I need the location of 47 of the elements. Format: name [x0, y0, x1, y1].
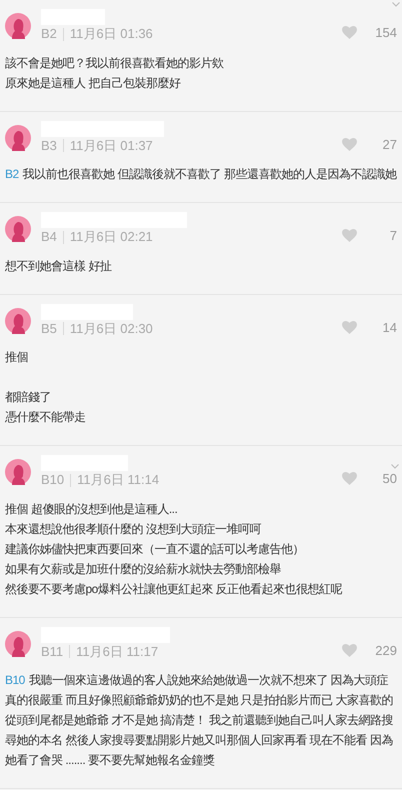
avatar-icon[interactable] — [5, 459, 31, 485]
post-time: 11月6日 11:17 — [76, 644, 158, 660]
post-time: 11月6日 02:30 — [70, 320, 153, 336]
comment-text: 本來還想說他很孝順什麼的 沒想到大頭症一堆呵呵 — [5, 520, 262, 538]
post-time: 11月6日 01:36 — [70, 26, 153, 42]
comment-text: 推個 超傻眼的沒想到他是這種人... — [5, 500, 178, 518]
comment-text: 憑什麼不能帶走 — [5, 409, 86, 426]
comment-text: 想不到她會這樣 好扯 — [5, 258, 112, 274]
like-count: 229 — [374, 642, 397, 660]
chevron-icon[interactable] — [391, 464, 399, 469]
post-time: 11月6日 02:21 — [70, 229, 153, 245]
like-count: 50 — [382, 470, 397, 488]
reply-link[interactable]: B10 — [5, 673, 25, 687]
avatar-icon[interactable] — [5, 216, 31, 242]
comment-text: B10 我聽一個來這邊做過的客人說她來給她做過一次就不想來了 因為大頭症真的很嚴重 而且好像照顧爺爺奶奶的也不是她 只是拍拍影片而已 大家喜歡的從頭到尾都是她爺爺 才不是她 搞清楚！ 我之前還聽到她自己叫人家去網路搜尋她的本名 然後人家搜尋要點開影片她又叫那個人回家再看 現在不能看 因為她看了會哭 ....... 要不要先幫她報名金鐘獎 — [5, 672, 394, 769]
comment-text: 推個 — [5, 349, 29, 366]
comment-text: 都賠錢了 — [5, 389, 52, 406]
avatar-icon[interactable] — [5, 124, 31, 150]
like-count: 14 — [382, 318, 397, 336]
floor-number: B3 — [41, 138, 57, 154]
heart-icon[interactable] — [342, 229, 357, 242]
heart-icon[interactable] — [342, 26, 357, 40]
floor-number: B5 — [41, 320, 57, 336]
like-count: 7 — [388, 227, 397, 245]
comment-text: 原來她是這種人 把自己包裝那麼好 — [5, 74, 182, 92]
post-time: 11月6日 11:14 — [77, 472, 160, 488]
like-count: 27 — [382, 136, 397, 154]
floor-number: B2 — [41, 26, 57, 42]
floor-number: B10 — [41, 472, 64, 488]
heart-icon[interactable] — [342, 138, 357, 151]
avatar-icon[interactable] — [5, 13, 31, 39]
comment-text: 建議你姊儘快把東西要回來（一直不還的話可以考慮告他） — [5, 540, 305, 558]
comment-text: 該不會是她吧？我以前很喜歡看她的影片欸 — [5, 54, 224, 72]
comment-text: 然後要不要考慮po爆料公社讓他更紅起來 反正他看起來也很想紅呢 — [5, 580, 344, 598]
chevron-icon[interactable] — [392, 2, 400, 7]
like-count: 154 — [374, 24, 397, 42]
avatar-icon[interactable] — [5, 630, 31, 656]
heart-icon[interactable] — [342, 320, 357, 334]
post-time: 11月6日 01:37 — [70, 138, 153, 154]
heart-icon[interactable] — [342, 472, 357, 486]
comment-text: 如果有欠薪或是加班什麼的沒給薪水就快去勞動部檢舉 — [5, 560, 282, 578]
reply-link[interactable]: B2 — [5, 167, 19, 181]
heart-icon[interactable] — [342, 644, 357, 657]
floor-number: B11 — [41, 644, 64, 660]
floor-number: B4 — [41, 229, 57, 245]
avatar-icon[interactable] — [5, 308, 31, 334]
comment-text: B2 我以前也很喜歡她 但認識後就不喜歡了 那些還喜歡她的人是因為不認識她 — [5, 166, 397, 183]
